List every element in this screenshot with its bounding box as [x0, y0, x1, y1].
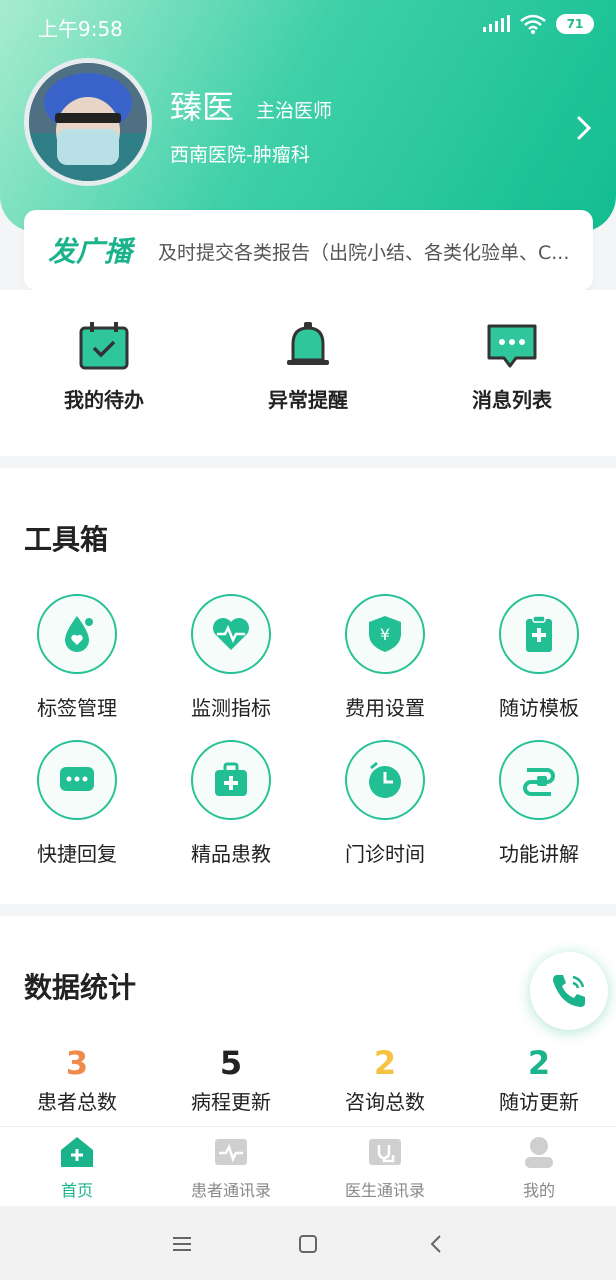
back-icon[interactable]: [422, 1230, 450, 1258]
tool-monitoring[interactable]: 监测指标: [154, 594, 308, 721]
doctor-title: 主治医师: [256, 100, 333, 122]
stat-value: 2: [527, 1044, 551, 1082]
stat-value: 3: [65, 1044, 89, 1082]
battery-icon: 71: [556, 14, 594, 34]
wifi-icon: [520, 14, 546, 34]
doctor-book-icon: [369, 1139, 401, 1165]
status-time: 上午9:58: [38, 17, 123, 41]
stat-course-updates[interactable]: 5 病程更新: [154, 1044, 308, 1115]
clipboard-cross-icon: [526, 615, 552, 652]
tool-label: 精品患教: [191, 842, 271, 866]
stat-value: 5: [219, 1044, 243, 1082]
tab-label: 患者通讯录: [190, 1181, 271, 1200]
svg-text:¥: ¥: [380, 625, 390, 644]
doctor-department: 西南医院-肿瘤科: [170, 144, 310, 166]
tab-label: 医生通讯录: [344, 1181, 425, 1200]
status-bar: 上午9:58 71: [0, 0, 616, 52]
todo-label: 我的待办: [64, 388, 144, 412]
drop-heart-icon: [65, 616, 93, 652]
broadcast-text: 及时提交各类报告（出院小结、各类化验单、C...: [158, 242, 570, 264]
tool-followup-template[interactable]: 随访模板: [462, 594, 616, 721]
chevron-right-icon[interactable]: [574, 112, 594, 144]
tab-home[interactable]: 首页: [0, 1135, 154, 1201]
chat-bubble-icon: [487, 324, 537, 368]
tab-mine[interactable]: 我的: [462, 1135, 616, 1201]
stat-label: 病程更新: [191, 1090, 271, 1114]
patient-book-icon: [215, 1139, 247, 1165]
broadcast-label: 发广播: [48, 235, 133, 268]
chat-dots-icon: [60, 767, 94, 791]
medkit-icon: [215, 762, 247, 796]
tool-clinic-hours[interactable]: 门诊时间: [308, 740, 462, 867]
tool-label: 标签管理: [37, 696, 117, 720]
alert-button[interactable]: 异常提醒: [218, 320, 398, 413]
tool-label: 随访模板: [499, 696, 579, 720]
toolbox-section: 工具箱 标签管理 监测指标 ¥ 费用设置 随访模板 快捷回复 精品患教 门诊时间…: [0, 468, 616, 904]
alert-label: 异常提醒: [268, 388, 348, 412]
system-navigation-bar: [0, 1206, 616, 1280]
battery-level: 71: [566, 17, 584, 31]
tool-label: 快捷回复: [37, 842, 117, 866]
messages-label: 消息列表: [472, 388, 552, 412]
stats-section: 数据统计 3 患者总数 5 病程更新 2 咨询总数 2 随访更新: [0, 916, 616, 1126]
tool-patient-education[interactable]: 精品患教: [154, 740, 308, 867]
tool-fee-settings[interactable]: ¥ 费用设置: [308, 594, 462, 721]
stat-total-patients[interactable]: 3 患者总数: [0, 1044, 154, 1115]
call-button[interactable]: [530, 952, 608, 1030]
home-square-icon[interactable]: [294, 1230, 322, 1258]
tab-patient-contacts[interactable]: 患者通讯录: [154, 1135, 308, 1201]
tab-label: 我的: [522, 1181, 555, 1200]
broadcast-banner[interactable]: 发广播 及时提交各类报告（出院小结、各类化验单、C...: [24, 210, 593, 290]
tool-label: 门诊时间: [345, 842, 425, 866]
stat-label: 随访更新: [499, 1090, 579, 1114]
avatar[interactable]: [24, 58, 152, 186]
stat-label: 咨询总数: [345, 1090, 425, 1114]
yuan-shield-icon: ¥: [369, 616, 401, 652]
tab-label: 首页: [60, 1181, 93, 1200]
flow-icon: [523, 768, 555, 796]
menu-icon[interactable]: [168, 1230, 196, 1258]
stat-consultations[interactable]: 2 咨询总数: [308, 1044, 462, 1115]
tool-label: 费用设置: [345, 696, 425, 720]
heartbeat-icon: [213, 618, 249, 650]
toolbox-title: 工具箱: [24, 518, 108, 564]
person-icon: [525, 1137, 553, 1168]
messages-button[interactable]: 消息列表: [422, 320, 602, 413]
clock-icon: [369, 761, 401, 798]
bottom-tab-bar: 首页 患者通讯录 医生通讯录 我的: [0, 1126, 616, 1206]
stat-followup-updates[interactable]: 2 随访更新: [462, 1044, 616, 1115]
stat-value: 2: [373, 1044, 397, 1082]
todo-button[interactable]: 我的待办: [14, 320, 194, 413]
quick-actions: 我的待办 异常提醒 消息列表: [0, 290, 616, 456]
stat-label: 患者总数: [37, 1090, 117, 1114]
phone-icon: [553, 975, 585, 1007]
calendar-check-icon: [79, 322, 129, 370]
tool-quick-reply[interactable]: 快捷回复: [0, 740, 154, 867]
tool-label: 功能讲解: [499, 842, 579, 866]
tool-feature-guide[interactable]: 功能讲解: [462, 740, 616, 867]
tool-tag-management[interactable]: 标签管理: [0, 594, 154, 721]
tab-doctor-contacts[interactable]: 医生通讯录: [308, 1135, 462, 1201]
home-icon: [61, 1137, 93, 1167]
signal-icon: [483, 15, 510, 32]
bell-icon: [287, 322, 329, 365]
stats-title: 数据统计: [24, 966, 136, 1012]
tool-label: 监测指标: [191, 696, 271, 720]
doctor-name: 臻医: [170, 88, 235, 126]
